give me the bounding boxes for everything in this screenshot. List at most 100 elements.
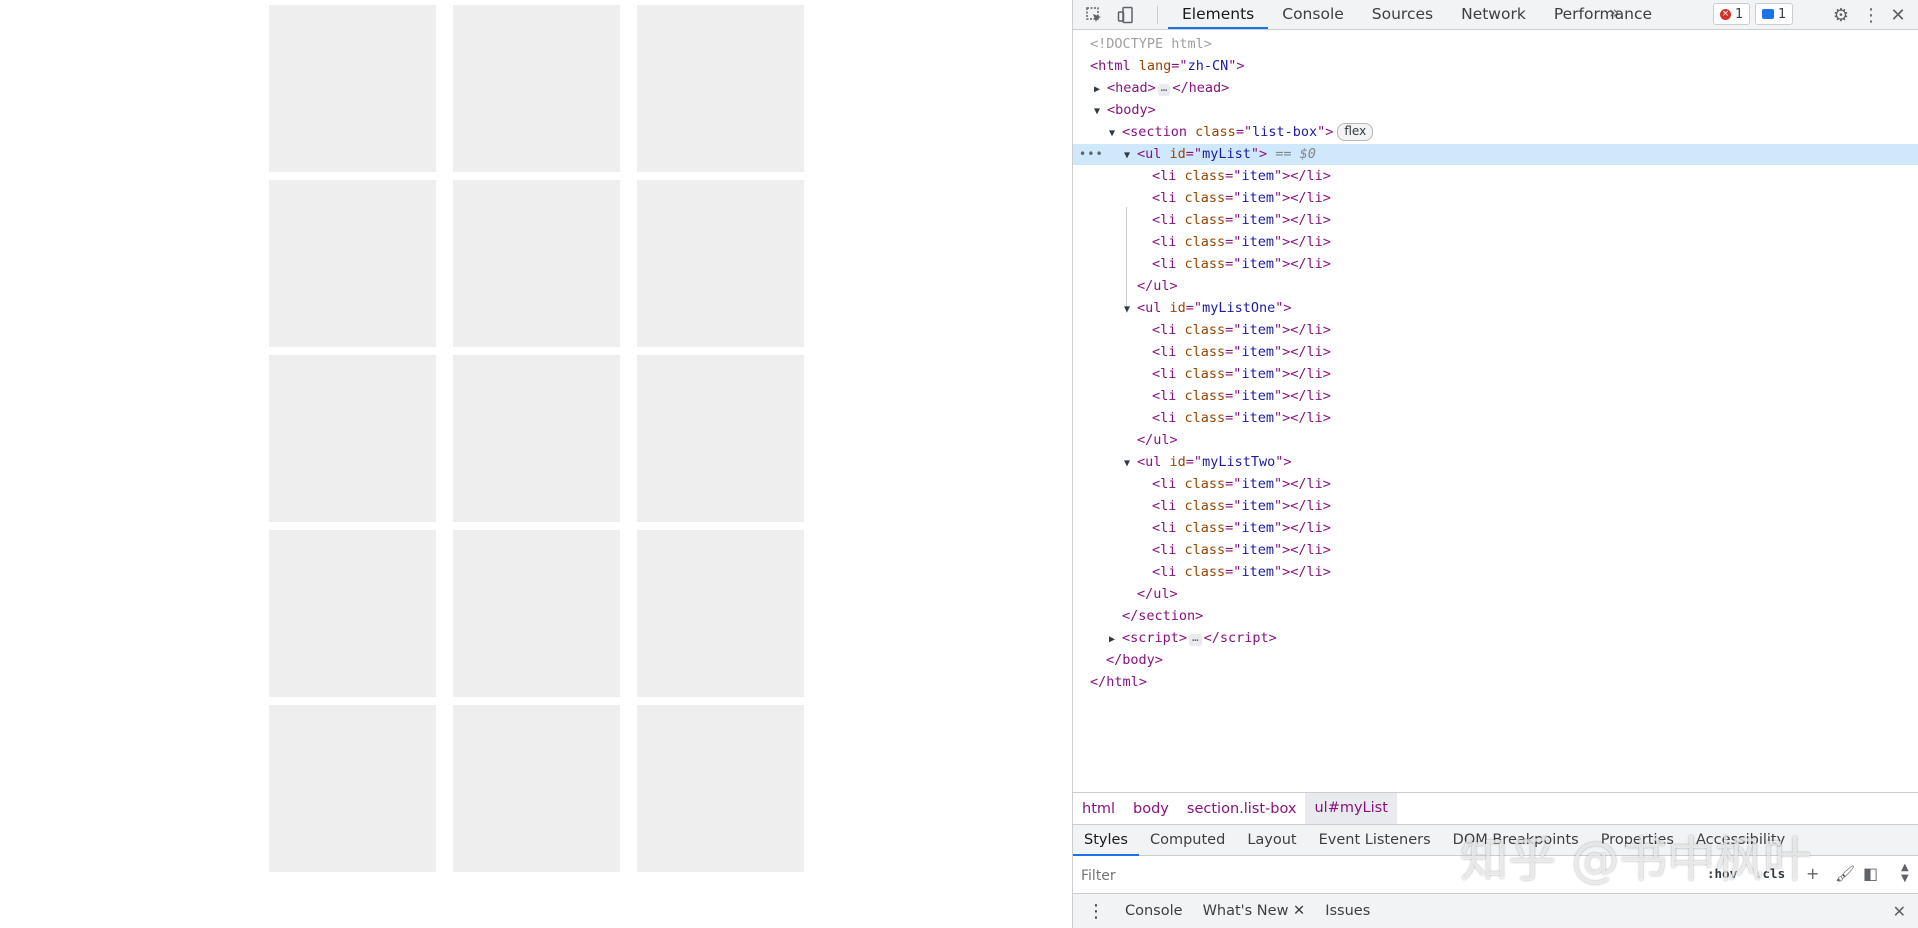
list-item xyxy=(453,355,620,522)
drawer-menu-icon[interactable]: ⋮ xyxy=(1073,901,1115,922)
more-tabs-icon[interactable]: » xyxy=(1609,0,1619,29)
tree-line[interactable]: <li class="item"></li> xyxy=(1073,254,1918,275)
tree-line[interactable]: <!DOCTYPE html> xyxy=(1073,34,1918,55)
ellipsis-icon[interactable]: … xyxy=(1189,632,1202,646)
flex-badge[interactable]: flex xyxy=(1337,123,1374,141)
tree-line[interactable]: <li class="item"></li> xyxy=(1073,496,1918,517)
li-class-value: item xyxy=(1241,410,1274,426)
message-count: 1 xyxy=(1778,6,1787,22)
tree-line[interactable]: <li class="item"></li> xyxy=(1073,386,1918,407)
li-class-value: item xyxy=(1241,256,1274,272)
devtools-toolbar: Elements Console Sources Network Perform… xyxy=(1073,0,1918,30)
tree-line[interactable]: </body> xyxy=(1073,650,1918,671)
collapse-triangle-icon[interactable]: ▼ xyxy=(1109,123,1122,144)
my-list-one xyxy=(453,5,620,872)
tree-line[interactable]: ▼ <section class="list-box"> flex xyxy=(1073,122,1918,143)
list-item xyxy=(269,5,436,172)
tree-line[interactable]: </html> xyxy=(1073,672,1918,693)
tree-line[interactable]: </section> xyxy=(1073,606,1918,627)
tree-line[interactable]: </ul> xyxy=(1073,584,1918,605)
tree-line[interactable]: <li class="item"></li> xyxy=(1073,474,1918,495)
tree-line[interactable]: <li class="item"></li> xyxy=(1073,232,1918,253)
kebab-menu-icon[interactable]: ⋮ xyxy=(1860,4,1882,26)
close-icon[interactable]: ✕ xyxy=(1887,4,1909,26)
toolbar-separator xyxy=(1157,6,1158,24)
scroll-arrows-icon[interactable]: ▲ ▼ xyxy=(1901,862,1909,884)
li-class-value: item xyxy=(1241,322,1274,338)
list-item xyxy=(637,180,804,347)
li-class-value: item xyxy=(1241,520,1274,536)
tab-layout[interactable]: Layout xyxy=(1236,825,1307,856)
tree-line[interactable]: <li class="item"></li> xyxy=(1073,540,1918,561)
list-item xyxy=(453,180,620,347)
inspect-element-icon[interactable] xyxy=(1083,4,1105,26)
tree-line[interactable]: ▶ <script>… </script> xyxy=(1073,628,1918,649)
tree-line[interactable]: ▼ <body> xyxy=(1073,100,1918,121)
collapse-triangle-icon[interactable]: ▼ xyxy=(1124,145,1137,166)
tab-sources[interactable]: Sources xyxy=(1358,0,1447,29)
tree-line[interactable]: <li class="item"></li> xyxy=(1073,320,1918,341)
list-item xyxy=(637,355,804,522)
tree-line-selected[interactable]: ••• ▼ <ul id="myList"> == $0 xyxy=(1073,144,1918,165)
list-item xyxy=(453,5,620,172)
ul-id-value: myListTwo xyxy=(1202,454,1276,470)
tree-line[interactable]: <li class="item"></li> xyxy=(1073,166,1918,187)
ellipsis-icon[interactable]: … xyxy=(1157,82,1171,96)
error-count: 1 xyxy=(1735,6,1744,22)
list-item xyxy=(269,355,436,522)
tree-line[interactable]: <li class="item"></li> xyxy=(1073,342,1918,363)
gear-icon[interactable]: ⚙ xyxy=(1830,4,1852,26)
drawer-tab-whats-new[interactable]: What's New ✕ xyxy=(1193,903,1316,919)
tree-line[interactable]: </ul> xyxy=(1073,430,1918,451)
ellipsis-icon[interactable]: ••• xyxy=(1079,144,1104,165)
paint-brush-icon[interactable]: 🖌 xyxy=(1835,864,1855,883)
tree-line[interactable]: <li class="item"></li> xyxy=(1073,408,1918,429)
breadcrumb-section[interactable]: section.list-box xyxy=(1178,801,1306,817)
tab-elements[interactable]: Elements xyxy=(1168,0,1269,29)
drawer-tab-console[interactable]: Console xyxy=(1115,903,1193,919)
tab-console[interactable]: Console xyxy=(1268,0,1358,29)
message-badge[interactable]: 1 xyxy=(1755,3,1794,25)
list-item xyxy=(637,705,804,872)
collapse-triangle-icon[interactable]: ▼ xyxy=(1094,101,1107,122)
error-badge[interactable]: × 1 xyxy=(1713,3,1751,25)
tab-performance[interactable]: Performance xyxy=(1540,0,1666,29)
tree-line[interactable]: ▼ <ul id="myListTwo"> xyxy=(1073,452,1918,473)
tab-styles[interactable]: Styles xyxy=(1073,825,1139,856)
collapse-triangle-icon[interactable]: ▼ xyxy=(1124,453,1137,474)
toggle-sidebar-icon[interactable]: ◧ xyxy=(1863,864,1878,883)
tab-computed[interactable]: Computed xyxy=(1139,825,1236,856)
drawer-tab-issues[interactable]: Issues xyxy=(1315,903,1380,919)
tree-line[interactable]: <li class="item"></li> xyxy=(1073,210,1918,231)
tree-line[interactable]: <li class="item"></li> xyxy=(1073,364,1918,385)
tree-line[interactable]: <html lang="zh-CN"> xyxy=(1073,56,1918,77)
tree-line[interactable]: <li class="item"></li> xyxy=(1073,188,1918,209)
page-viewport xyxy=(0,0,1072,928)
close-drawer-icon[interactable]: ✕ xyxy=(1893,902,1906,921)
list-item xyxy=(269,180,436,347)
list-item xyxy=(269,530,436,697)
tree-line[interactable]: ▶ <head>… </head> xyxy=(1073,78,1918,99)
breadcrumb-ul[interactable]: ul#myList xyxy=(1305,793,1397,824)
tree-line[interactable]: <li class="item"></li> xyxy=(1073,518,1918,539)
device-toolbar-icon[interactable] xyxy=(1115,4,1137,26)
panel-tabs: Elements Console Sources Network Perform… xyxy=(1168,0,1666,29)
close-icon[interactable]: ✕ xyxy=(1293,903,1305,919)
tab-event-listeners[interactable]: Event Listeners xyxy=(1308,825,1442,856)
tree-line[interactable]: <li class="item"></li> xyxy=(1073,562,1918,583)
li-class-value: item xyxy=(1241,366,1274,382)
collapse-triangle-icon[interactable]: ▼ xyxy=(1124,299,1137,320)
dom-tree: <!DOCTYPE html> <html lang="zh-CN"> ▶ <he… xyxy=(1073,30,1918,790)
li-class-value: item xyxy=(1241,564,1274,580)
doctype: <!DOCTYPE html> xyxy=(1090,36,1212,52)
expand-triangle-icon[interactable]: ▶ xyxy=(1109,629,1122,650)
list-item xyxy=(453,705,620,872)
expand-triangle-icon[interactable]: ▶ xyxy=(1094,79,1107,100)
breadcrumb-html[interactable]: html xyxy=(1073,801,1124,817)
html-lang-value: zh-CN xyxy=(1187,58,1229,74)
tab-network[interactable]: Network xyxy=(1447,0,1540,29)
li-class-value: item xyxy=(1241,168,1274,184)
breadcrumb-body[interactable]: body xyxy=(1124,801,1178,817)
tree-line[interactable]: ▼ <ul id="myListOne"> xyxy=(1073,298,1918,319)
tree-line[interactable]: </ul> xyxy=(1073,276,1918,297)
